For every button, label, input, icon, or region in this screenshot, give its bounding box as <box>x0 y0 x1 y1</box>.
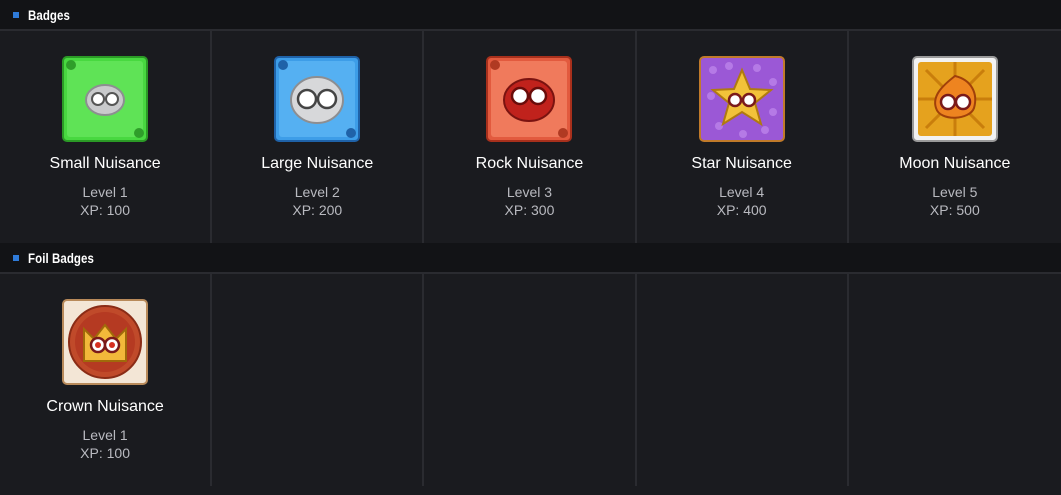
badge-level: Level 5 <box>932 184 978 200</box>
section-bullet-icon <box>13 254 19 261</box>
badges-grid: Small Nuisance Level 1 XP: 100 Large Nui <box>0 31 1061 243</box>
badge-level: Level 1 <box>82 184 128 200</box>
badge-card[interactable]: Crown Nuisance Level 1 XP: 100 <box>0 274 213 486</box>
badge-xp: XP: 500 <box>929 202 980 218</box>
crown-nuisance-badge-icon <box>62 299 149 385</box>
badge-name: Small Nuisance <box>49 155 161 172</box>
empty-badge-slot <box>848 274 1061 486</box>
badge-level: Level 2 <box>294 184 340 200</box>
badge-card[interactable]: Moon Nuisance Level 5 XP: 500 <box>848 31 1061 243</box>
badge-level: Level 1 <box>82 427 128 443</box>
section-title: Foil Badges <box>28 249 94 266</box>
badge-xp: XP: 100 <box>80 445 130 461</box>
badge-xp: XP: 100 <box>80 202 130 218</box>
empty-badge-slot <box>636 274 849 486</box>
badge-name: Rock Nuisance <box>475 155 584 172</box>
badge-level: Level 4 <box>719 184 765 200</box>
small-nuisance-badge-icon <box>62 56 149 142</box>
badges-section-header: Badges <box>0 0 1061 31</box>
badge-card[interactable]: Star Nuisance Level 4 XP: 400 <box>636 31 849 243</box>
badge-card[interactable]: Large Nuisance Level 2 XP: 200 <box>212 31 425 243</box>
badge-xp: XP: 300 <box>504 202 555 218</box>
badge-card[interactable]: Rock Nuisance Level 3 XP: 300 <box>424 31 637 243</box>
badge-xp: XP: 200 <box>292 202 343 218</box>
empty-badge-slot <box>424 274 637 486</box>
section-title: Badges <box>28 6 70 23</box>
section-bullet-icon <box>13 11 19 18</box>
badges-page: Badges Small Nuisance Level 1 XP: 100 La… <box>0 0 1061 495</box>
rock-nuisance-badge-icon <box>486 56 573 142</box>
empty-badge-slot <box>212 274 425 486</box>
badge-level: Level 3 <box>506 184 553 200</box>
badge-name: Star Nuisance <box>691 155 792 172</box>
foil-badges-grid: Crown Nuisance Level 1 XP: 100 <box>0 274 1061 486</box>
badge-name: Moon Nuisance <box>899 155 1011 172</box>
moon-nuisance-badge-icon <box>911 56 998 142</box>
badge-card[interactable]: Small Nuisance Level 1 XP: 100 <box>0 31 213 243</box>
badge-xp: XP: 400 <box>716 202 767 218</box>
badge-name: Large Nuisance <box>261 155 374 172</box>
large-nuisance-badge-icon <box>274 56 361 142</box>
star-nuisance-badge-icon <box>698 56 785 142</box>
badge-name: Crown Nuisance <box>46 398 164 415</box>
foil-badges-section-header: Foil Badges <box>0 243 1061 274</box>
